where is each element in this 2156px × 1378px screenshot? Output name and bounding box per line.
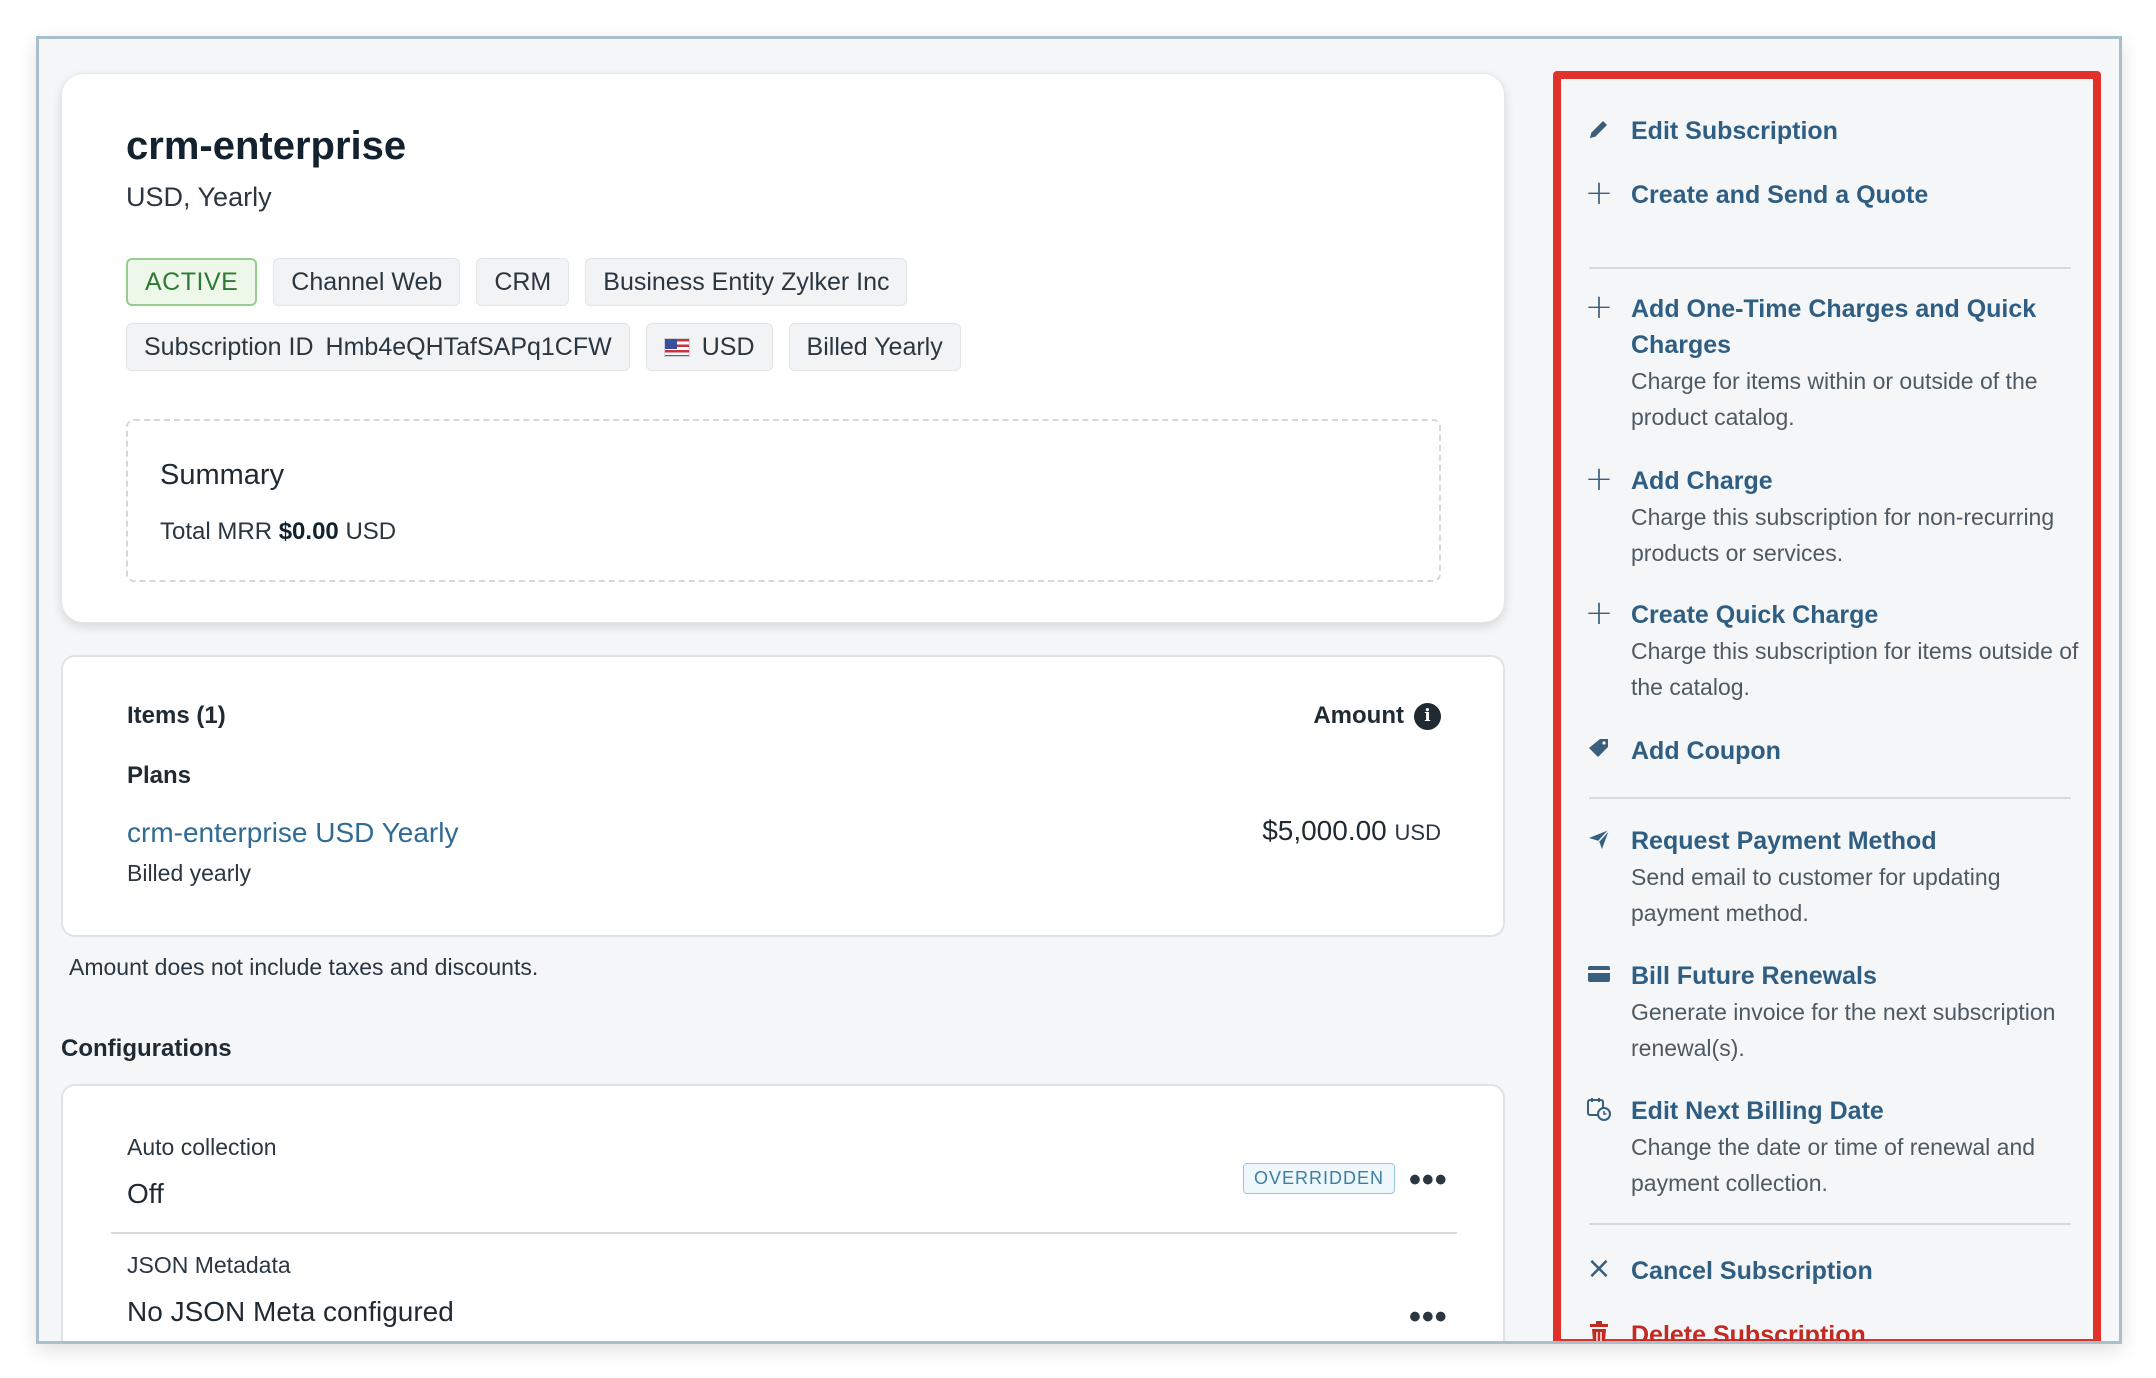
channel-tag: Channel Web (273, 258, 461, 306)
add-charge-label[interactable]: Add Charge (1631, 463, 1773, 499)
business-entity-tag: Business Entity Zylker Inc (585, 258, 908, 306)
plan-amount: $5,000.00 USD (1262, 815, 1441, 847)
overridden-badge: OVERRIDDEN (1243, 1163, 1396, 1194)
paper-plane-icon (1583, 823, 1615, 855)
configurations-title: Configurations (61, 1035, 232, 1062)
add-coupon-label[interactable]: Add Coupon (1631, 733, 1781, 769)
summary-title: Summary (160, 459, 285, 491)
plan-billing: Billed yearly (127, 860, 251, 886)
bill-future-renewals-description: Generate invoice for the next subscripti… (1631, 999, 2056, 1061)
tax-note: Amount does not include taxes and discou… (69, 954, 539, 980)
tag-row: ACTIVE Channel Web CRM Business Entity Z… (126, 258, 908, 306)
menu-divider (1589, 267, 2071, 269)
subscription-header-card: crm-enterprise USD, Yearly ACTIVE Channe… (61, 73, 1505, 623)
cancel-subscription-label[interactable]: Cancel Subscription (1631, 1253, 1873, 1289)
add-charge-description: Charge this subscription for non-recurri… (1631, 504, 2055, 566)
billing-period-tag: Billed Yearly (788, 323, 961, 371)
page-title: crm-enterprise (126, 124, 407, 168)
summary-box: Summary Total MRR $0.00 USD (126, 419, 1441, 582)
subscription-id-label: Subscription ID (144, 332, 314, 361)
json-metadata-more-button[interactable]: ••• (1409, 1300, 1448, 1334)
calendar-clock-icon (1583, 1093, 1615, 1125)
items-card: Items (1) Amount i Plans crm-enterprise … (61, 655, 1505, 937)
json-metadata-label: JSON Metadata (127, 1252, 291, 1278)
request-payment-method-description: Send email to customer for updating paym… (1631, 864, 2001, 926)
info-icon[interactable]: i (1414, 702, 1441, 730)
total-mrr-label: Total MRR (160, 518, 273, 545)
configurations-card: Auto collection Off OVERRIDDEN ••• JSON … (61, 1084, 1505, 1341)
subscription-page: crm-enterprise USD, Yearly ACTIVE Channe… (36, 36, 2122, 1344)
create-quick-charge-description: Charge this subscription for items outsi… (1631, 638, 2079, 700)
items-title: Items (1) (127, 702, 226, 729)
plan-amount-currency: USD (1394, 820, 1441, 845)
auto-collection-label: Auto collection (127, 1134, 277, 1160)
edit-next-billing-date-description: Change the date or time of renewal and p… (1631, 1134, 2036, 1196)
auto-collection-more-button[interactable]: ••• (1409, 1163, 1448, 1197)
edit-subscription-label[interactable]: Edit Subscription (1631, 113, 1838, 149)
subscription-actions-menu: Edit Subscription + Create and Send a Qu… (1553, 71, 2101, 1341)
edit-next-billing-date-label[interactable]: Edit Next Billing Date (1631, 1093, 1884, 1129)
divider (111, 1232, 1457, 1234)
bill-future-renewals-label[interactable]: Bill Future Renewals (1631, 958, 1877, 994)
plan-amount-value: $5,000.00 (1262, 815, 1387, 846)
plus-icon: + (1584, 593, 1614, 633)
product-family-tag: CRM (476, 258, 570, 306)
plus-icon: + (1584, 459, 1614, 499)
plus-icon: + (1584, 173, 1614, 213)
amount-header-label: Amount (1313, 702, 1404, 729)
create-quote-label[interactable]: Create and Send a Quote (1631, 177, 1928, 213)
pencil-icon (1583, 113, 1615, 145)
total-mrr-currency: USD (345, 518, 397, 545)
auto-collection-value: Off (127, 1178, 164, 1209)
menu-divider (1589, 797, 2071, 799)
close-icon: × (1586, 1251, 1612, 1286)
tag-icon (1583, 733, 1615, 765)
card-icon (1583, 958, 1615, 990)
plan-link[interactable]: crm-enterprise USD Yearly (127, 817, 458, 849)
menu-divider (1589, 1223, 2071, 1225)
status-badge: ACTIVE (126, 258, 258, 306)
tag-row: Subscription ID Hmb4eQHTafSAPq1CFW USD B… (126, 323, 961, 371)
add-one-time-charges-description: Charge for items within or outside of th… (1631, 368, 2038, 430)
subscription-id-tag: Subscription ID Hmb4eQHTafSAPq1CFW (126, 323, 630, 371)
total-mrr-value: $0.00 (278, 518, 339, 545)
json-metadata-value: No JSON Meta configured (127, 1296, 454, 1327)
us-flag-icon (663, 337, 690, 357)
add-one-time-charges-label[interactable]: Add One-Time Charges and Quick Charges (1631, 291, 2081, 363)
plans-label: Plans (127, 762, 192, 789)
currency-tag: USD (645, 323, 773, 371)
trash-icon (1583, 1317, 1615, 1341)
currency-label: USD (701, 332, 755, 361)
plus-icon: + (1584, 287, 1614, 327)
amount-header: Amount i (1313, 702, 1441, 730)
subscription-id-value: Hmb4eQHTafSAPq1CFW (325, 332, 612, 361)
delete-subscription-label[interactable]: Delete Subscription (1631, 1317, 1866, 1341)
create-quick-charge-label[interactable]: Create Quick Charge (1631, 597, 1878, 633)
page-subtitle: USD, Yearly (126, 182, 272, 212)
request-payment-method-label[interactable]: Request Payment Method (1631, 823, 1937, 859)
total-mrr: Total MRR $0.00 USD (160, 518, 396, 546)
